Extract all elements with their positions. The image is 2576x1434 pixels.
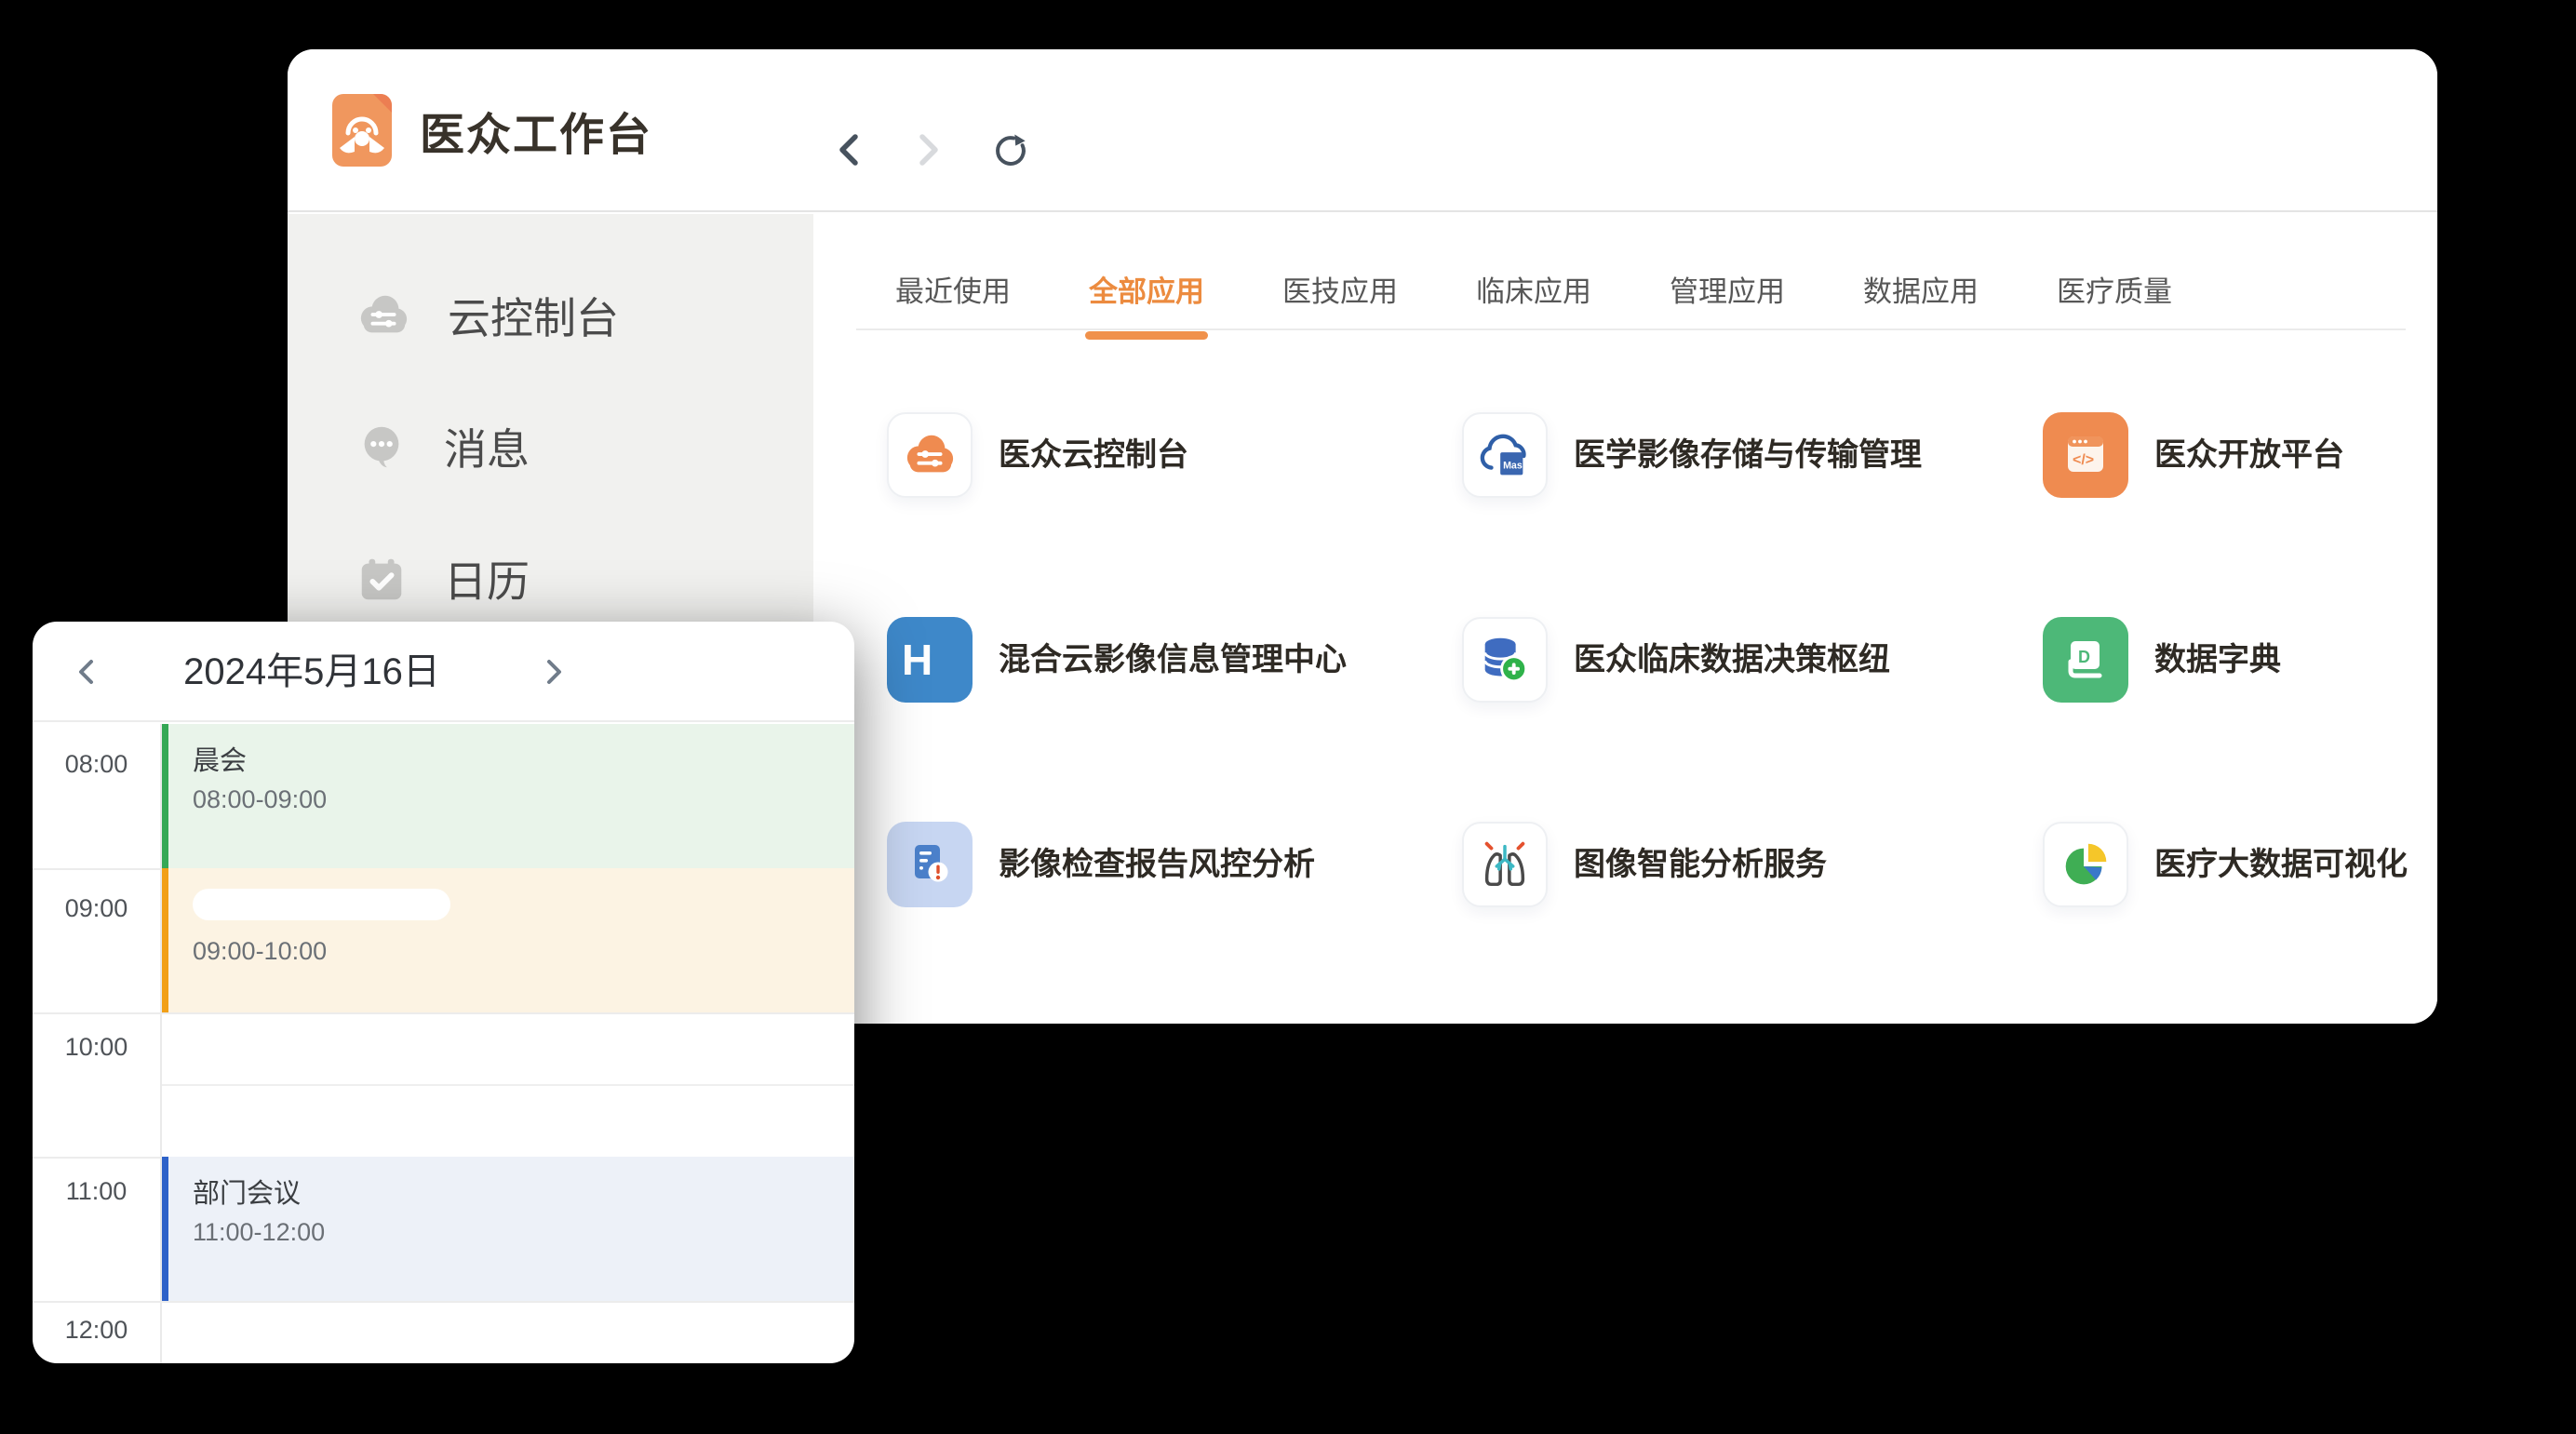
sidebar-item-calendar[interactable]: 日历 bbox=[355, 546, 530, 611]
forward-icon[interactable] bbox=[908, 131, 946, 168]
calendar-event-redacted[interactable]: 09:00-10:00 bbox=[162, 868, 854, 1012]
calendar-next-icon[interactable] bbox=[535, 653, 572, 690]
tab-recent[interactable]: 最近使用 bbox=[895, 268, 1011, 334]
app-label: 医学影像存储与传输管理 bbox=[1574, 412, 1922, 498]
app-label: 医众临床数据决策枢纽 bbox=[1574, 617, 1890, 703]
mas-cloud-icon: Mas bbox=[1462, 412, 1548, 498]
event-title: 晨会 bbox=[193, 744, 854, 778]
app-label: 混合云影像信息管理中心 bbox=[999, 617, 1347, 703]
calendar-icon bbox=[355, 552, 409, 606]
tab-management[interactable]: 管理应用 bbox=[1670, 268, 1785, 334]
calendar-prev-icon[interactable] bbox=[68, 653, 105, 690]
window-header: 医众工作台 bbox=[288, 49, 2437, 212]
tab-data[interactable]: 数据应用 bbox=[1863, 268, 1979, 334]
app-grid: 医众云控制台 Mas 医学影像存储与传输管理 bbox=[887, 412, 2437, 1024]
app-image-ai-analysis[interactable]: 图像智能分析服务 bbox=[1462, 822, 2043, 1024]
tab-bar: 最近使用 全部应用 医技应用 临床应用 管理应用 数据应用 医疗质量 bbox=[895, 268, 2172, 334]
sidebar-item-label: 日历 bbox=[444, 548, 530, 610]
app-label: 影像检查报告风控分析 bbox=[999, 822, 1315, 907]
half-hour-gridline bbox=[162, 1084, 854, 1086]
calendar-panel: 2024年5月16日 08:00 09:00 10:00 11:00 12:00… bbox=[33, 622, 854, 1363]
sidebar-item-messages[interactable]: 消息 bbox=[355, 414, 530, 479]
message-icon bbox=[355, 420, 409, 474]
pie-chart-icon bbox=[2043, 822, 2128, 907]
event-time: 08:00-09:00 bbox=[193, 784, 854, 815]
sidebar-item-label: 云控制台 bbox=[448, 285, 619, 346]
app-data-dictionary[interactable]: D 数据字典 bbox=[2043, 617, 2437, 822]
code-window-icon: </> bbox=[2043, 412, 2128, 498]
app-hybrid-cloud-ris[interactable]: H 混合云影像信息管理中心 bbox=[887, 617, 1462, 822]
app-label: 医众云控制台 bbox=[999, 412, 1188, 498]
app-pacs[interactable]: Mas 医学影像存储与传输管理 bbox=[1462, 412, 2043, 617]
time-label: 08:00 bbox=[33, 750, 160, 779]
h-letter-glyph: H bbox=[887, 617, 973, 703]
sidebar-item-label: 消息 bbox=[444, 416, 530, 477]
event-title: 部门会议 bbox=[193, 1177, 854, 1211]
event-time: 09:00-10:00 bbox=[193, 935, 854, 967]
calendar-day-view: 08:00 09:00 10:00 11:00 12:00 晨会 08:00-0… bbox=[33, 724, 854, 1363]
sidebar-item-cloud-console[interactable]: 云控制台 bbox=[355, 283, 619, 348]
svg-text:</>: </> bbox=[2073, 452, 2094, 468]
app-label: 医众开放平台 bbox=[2154, 412, 2344, 498]
report-alert-icon bbox=[887, 822, 973, 907]
svg-text:D: D bbox=[2078, 648, 2090, 666]
event-title-redacted-pill bbox=[193, 889, 450, 920]
svg-text:Mas: Mas bbox=[1503, 461, 1523, 472]
cloud-sliders-icon bbox=[887, 412, 973, 498]
database-plus-icon bbox=[1462, 617, 1548, 703]
h-letter-icon: H bbox=[887, 617, 973, 703]
lungs-icon bbox=[1462, 822, 1548, 907]
app-open-platform[interactable]: </> 医众开放平台 bbox=[2043, 412, 2437, 617]
tab-quality[interactable]: 医疗质量 bbox=[2057, 268, 2172, 334]
logo-face-icon bbox=[332, 100, 392, 159]
refresh-icon[interactable] bbox=[992, 131, 1029, 168]
back-icon[interactable] bbox=[832, 131, 869, 168]
tab-medtech[interactable]: 医技应用 bbox=[1282, 268, 1398, 334]
hour-gridline bbox=[33, 1301, 854, 1303]
content-area: 最近使用 全部应用 医技应用 临床应用 管理应用 数据应用 医疗质量 医众云控制 bbox=[813, 214, 2437, 1024]
app-label: 医疗大数据可视化 bbox=[2154, 822, 2408, 907]
tab-all-apps[interactable]: 全部应用 bbox=[1089, 268, 1204, 334]
hour-gridline bbox=[33, 1012, 854, 1014]
app-logo-icon bbox=[332, 94, 392, 167]
app-cloud-console[interactable]: 医众云控制台 bbox=[887, 412, 1462, 617]
app-title: 医众工作台 bbox=[420, 98, 652, 163]
tab-divider bbox=[856, 328, 2406, 330]
app-label: 图像智能分析服务 bbox=[1574, 822, 1827, 907]
event-time: 11:00-12:00 bbox=[193, 1216, 854, 1248]
app-bigdata-visualization[interactable]: 医疗大数据可视化 bbox=[2043, 822, 2437, 1024]
calendar-event-morning-meeting[interactable]: 晨会 08:00-09:00 bbox=[162, 724, 854, 868]
dictionary-book-icon: D bbox=[2043, 617, 2128, 703]
calendar-date-title: 2024年5月16日 bbox=[126, 622, 498, 722]
app-label: 数据字典 bbox=[2154, 617, 2281, 703]
app-clinical-data-hub[interactable]: 医众临床数据决策枢纽 bbox=[1462, 617, 2043, 822]
time-label: 11:00 bbox=[33, 1177, 160, 1206]
time-label: 09:00 bbox=[33, 894, 160, 923]
app-report-risk-analysis[interactable]: 影像检查报告风控分析 bbox=[887, 822, 1462, 1024]
browser-nav bbox=[832, 131, 1029, 168]
calendar-event-department-meeting[interactable]: 部门会议 11:00-12:00 bbox=[162, 1157, 854, 1301]
cloud-settings-icon bbox=[355, 289, 412, 342]
time-label: 12:00 bbox=[33, 1316, 160, 1345]
calendar-header: 2024年5月16日 bbox=[33, 622, 854, 722]
tab-clinical[interactable]: 临床应用 bbox=[1476, 268, 1591, 334]
time-label: 10:00 bbox=[33, 1033, 160, 1062]
